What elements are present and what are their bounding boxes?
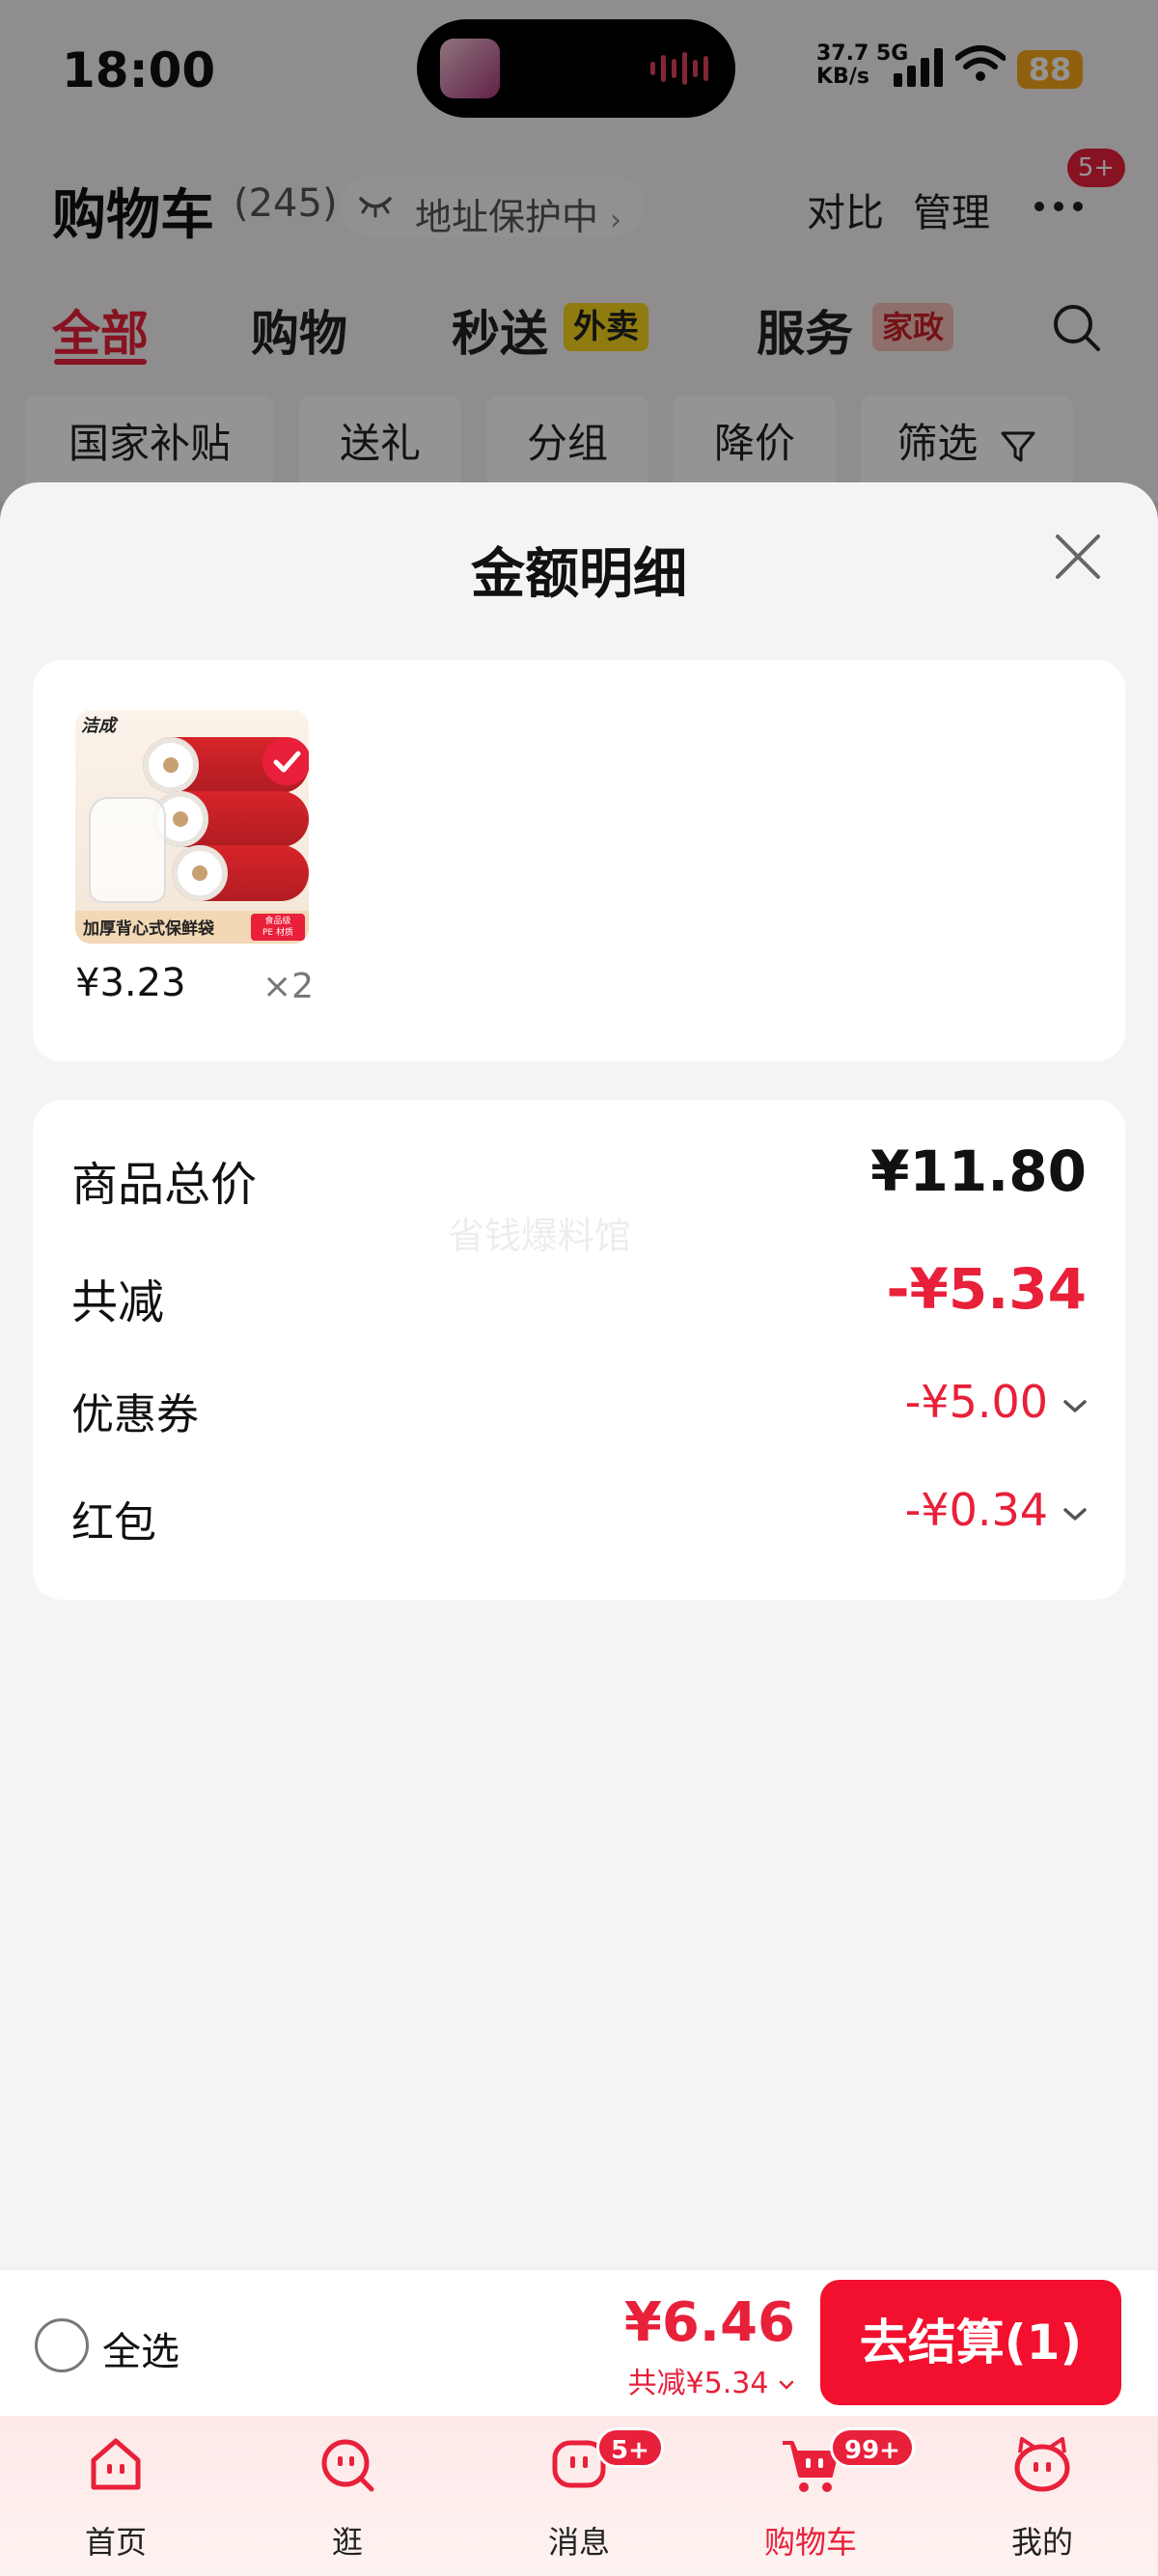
checkout-button[interactable]: 去结算(1)	[820, 2280, 1121, 2405]
modal-overlay[interactable]	[0, 0, 1158, 502]
nav-cart-label: 购物车	[763, 2524, 857, 2561]
product-label-strip: 加厚背心式保鲜袋 食品级 PE 材质	[75, 911, 309, 944]
nav-messages-label: 消息	[547, 2524, 610, 2561]
product-quantity: ×2	[262, 967, 315, 1006]
chevron-down-icon[interactable]	[1062, 1505, 1089, 1524]
coupon-label: 优惠券	[71, 1390, 199, 1439]
product-thumbnail[interactable]: 洁成 加厚背心式保鲜袋 食品级 PE 材质	[75, 710, 309, 944]
total-price-value: ¥11.80	[870, 1138, 1087, 1204]
close-icon[interactable]	[1054, 533, 1102, 581]
bottom-navigation: 首页 逛 5+ 消息 99+ 购物车 我的	[0, 2416, 1158, 2576]
total-price-label: 商品总价	[71, 1158, 258, 1212]
amount-detail-sheet: 金额明细 洁成 加厚背心式保鲜袋 食品级 PE 材质 ¥3.23 ×2 省钱爆料…	[0, 482, 1158, 2269]
product-label-text: 加厚背心式保鲜袋	[83, 919, 214, 939]
product-card: 洁成 加厚背心式保鲜袋 食品级 PE 材质 ¥3.23 ×2	[33, 660, 1125, 1061]
plastic-bag-image	[89, 797, 166, 903]
product-brand-logo: 洁成	[81, 716, 116, 736]
pay-reduce-text[interactable]: 共减¥5.34	[628, 2359, 795, 2401]
browse-icon	[321, 2439, 374, 2492]
sheet-title: 金额明细	[471, 543, 687, 606]
nav-profile-label: 我的	[1010, 2524, 1073, 2561]
nav-messages[interactable]: 5+ 消息	[511, 2427, 664, 2568]
selected-check-icon	[262, 737, 309, 785]
chevron-down-icon	[779, 2380, 794, 2390]
watermark-text: 省钱爆料馆	[448, 1215, 632, 1257]
checkout-bar: 全选 ¥6.46 共减¥5.34 去结算(1)	[0, 2269, 1158, 2416]
nav-browse-label: 逛	[331, 2524, 363, 2561]
price-summary-card: 省钱爆料馆 商品总价 ¥11.80 共减 -¥5.34 优惠券 -¥5.00 红…	[33, 1100, 1125, 1600]
pig-face-icon	[1014, 2437, 1070, 2492]
total-reduce-value: -¥5.34	[886, 1256, 1087, 1322]
coupon-value[interactable]: -¥5.00	[905, 1376, 1048, 1428]
nav-cart-badge: 99+	[830, 2427, 915, 2468]
red-packet-label: 红包	[71, 1498, 156, 1548]
red-packet-value[interactable]: -¥0.34	[905, 1484, 1048, 1536]
nav-profile[interactable]: 我的	[975, 2433, 1110, 2568]
product-material-tag: 食品级 PE 材质	[251, 914, 305, 941]
select-all-label[interactable]: 全选	[102, 2320, 179, 2376]
nav-home-label: 首页	[84, 2524, 147, 2561]
nav-cart[interactable]: 99+ 购物车	[743, 2427, 915, 2568]
nav-home[interactable]: 首页	[48, 2433, 183, 2568]
select-all-radio[interactable]	[35, 2318, 89, 2372]
home-icon	[91, 2438, 141, 2490]
nav-messages-badge: 5+	[596, 2427, 664, 2468]
nav-browse[interactable]: 逛	[280, 2433, 415, 2568]
product-unit-price: ¥3.23	[75, 961, 186, 1005]
pay-total-price: ¥6.46	[623, 2291, 795, 2354]
chevron-down-icon[interactable]	[1062, 1397, 1089, 1416]
total-reduce-label: 共减	[71, 1275, 165, 1329]
